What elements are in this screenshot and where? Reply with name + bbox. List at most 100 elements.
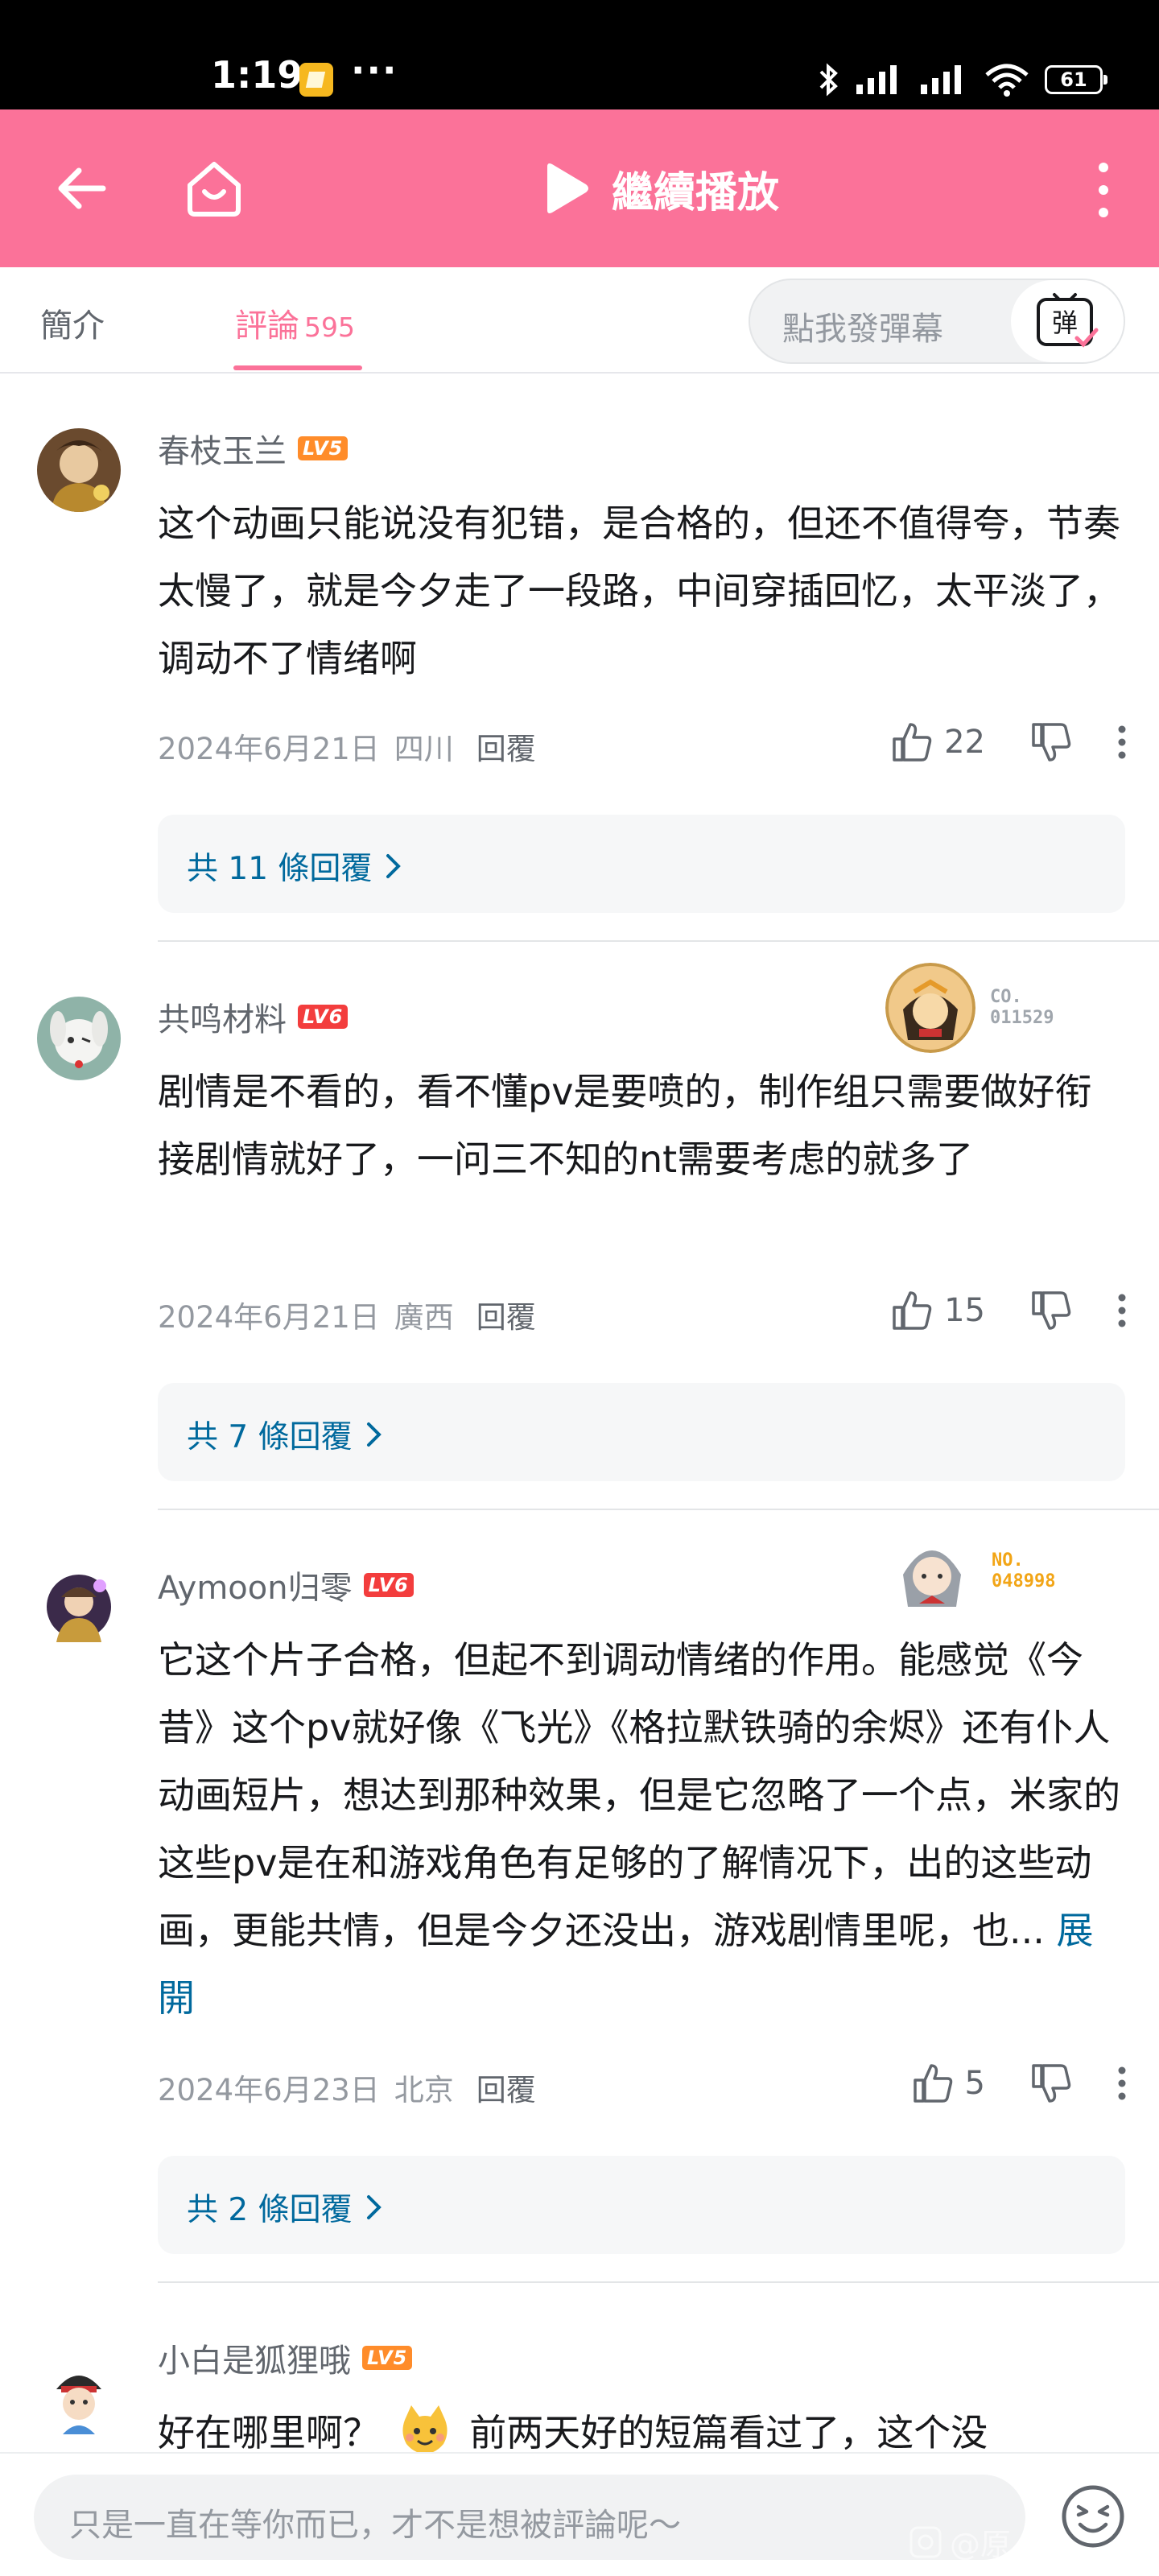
more-vertical-icon[interactable] [1117, 2066, 1127, 2101]
username[interactable]: 春枝玉兰 LV5 [158, 425, 349, 472]
player-header: 繼續播放 [0, 109, 1159, 267]
thumb-up-icon [913, 2064, 952, 2103]
chevron-right-icon [366, 2195, 382, 2219]
chevron-right-icon [366, 1422, 382, 1447]
tab-intro-label: 簡介 [40, 308, 105, 345]
watermark-text: @原 [950, 2527, 1012, 2562]
comment-item: Aymoon归零 LV6 NO. 048998 它这个片子合格，但起不到调动情绪… [0, 1510, 1159, 2283]
like-count: 5 [964, 2065, 985, 2102]
comment-input-placeholder: 只是一直在等你而已，才不是想被評論呢～ [69, 2507, 681, 2544]
comment-actions: 15 [891, 1286, 1127, 1335]
comment-text-part: 前两天好的短篇看过了，这个没 [469, 2411, 988, 2452]
replies-count-text: 共 11 條回覆 [187, 851, 373, 887]
username-text: 共鸣材料 [158, 1001, 287, 1038]
thumb-down-icon[interactable] [1030, 721, 1072, 763]
badge-avatar [887, 1526, 977, 1616]
username[interactable]: 小白是狐狸哦 LV5 [158, 2334, 413, 2381]
back-arrow-icon[interactable] [53, 159, 111, 217]
emoji-icon[interactable] [1059, 2483, 1127, 2550]
thumb-up-icon [893, 1291, 932, 1330]
replies-count-text: 共 2 條回覆 [187, 2192, 353, 2228]
comment-location: 北京 [394, 2073, 454, 2107]
comment-text[interactable]: 这个动画只能说没有犯错，是合格的，但还不值得夸，节奏太慢了，就是今夕走了一段路，… [158, 489, 1124, 692]
username[interactable]: 共鸣材料 LV6 [158, 993, 349, 1040]
comment-text[interactable]: 它这个片子合格，但起不到调动情绪的作用。能感觉《今昔》这个pv就好像《飞光》《格… [158, 1626, 1124, 2032]
comment-text[interactable]: 剧情是不看的，看不懂pv是要喷的，制作组只需要做好衔接剧情就好了，一问三不知的n… [158, 1058, 1124, 1193]
wifi-icon [985, 64, 1029, 97]
reply-button[interactable]: 回覆 [476, 724, 536, 768]
comment-location: 四川 [394, 732, 454, 766]
home-icon[interactable] [182, 156, 246, 221]
replies-preview[interactable]: 共 11 條回覆 [158, 815, 1125, 913]
comment-meta: 2024年6月21日 廣西 回覆 [158, 1293, 536, 1336]
username-text: 春枝玉兰 [158, 433, 287, 470]
reply-button[interactable]: 回覆 [476, 2066, 536, 2109]
replies-count-text: 共 7 條回覆 [187, 1419, 353, 1455]
level-badge: LV6 [363, 1573, 414, 1597]
comment-actions: 22 [891, 718, 1127, 766]
signal-icon-2 [921, 65, 961, 94]
replies-link: 共 2 條回覆 [187, 2185, 383, 2230]
continue-play-label: 繼續播放 [612, 168, 780, 217]
comment-item: 春枝玉兰 LV5 这个动画只能说没有犯错，是合格的，但还不值得夸，节奏太慢了，就… [0, 374, 1159, 942]
danmaku-icon: 弹 [1037, 293, 1099, 348]
thumb-down-icon[interactable] [1030, 2062, 1072, 2104]
username[interactable]: Aymoon归零 LV6 [158, 1562, 414, 1608]
comment-item: 共鸣材料 LV6 CO. 011529 剧情是不看的，看不懂pv是要喷的，制作组… [0, 942, 1159, 1510]
replies-link: 共 11 條回覆 [187, 844, 402, 889]
replies-preview[interactable]: 共 7 條回覆 [158, 1383, 1125, 1481]
chevron-right-icon [386, 854, 402, 878]
tab-comments[interactable]: 評論 595 [235, 299, 355, 346]
more-vertical-icon[interactable] [1117, 1293, 1127, 1328]
replies-preview[interactable]: 共 2 條回覆 [158, 2156, 1125, 2254]
continue-play-button[interactable]: 繼續播放 [541, 159, 779, 217]
reply-button[interactable]: 回覆 [476, 1293, 536, 1336]
comment-date: 2024年6月23日 [158, 2073, 380, 2107]
bluetooth-icon [819, 63, 838, 97]
fan-badge[interactable]: CO. 011529 [885, 963, 1054, 1053]
username-text: Aymoon归零 [158, 1570, 353, 1607]
notification-icon [299, 63, 333, 97]
comment-actions: 5 [912, 2059, 1127, 2107]
play-icon [547, 163, 588, 213]
fan-badge[interactable]: NO. 048998 [887, 1526, 1055, 1616]
comment-date: 2024年6月21日 [158, 732, 380, 766]
comment-text[interactable]: 好在哪里啊？ 前两天好的短篇看过了，这个没 [158, 2399, 1124, 2452]
comment-meta: 2024年6月21日 四川 回覆 [158, 724, 536, 768]
level-badge: LV5 [362, 2346, 413, 2370]
avatar[interactable] [37, 2354, 121, 2438]
thumb-down-icon[interactable] [1030, 1290, 1072, 1331]
avatar[interactable] [37, 428, 121, 512]
comment-date: 2024年6月21日 [158, 1300, 380, 1335]
like-count: 15 [944, 1292, 985, 1329]
watermark: @原 [909, 2520, 1011, 2564]
comment-count: 595 [304, 312, 355, 343]
comment-meta: 2024年6月23日 北京 回覆 [158, 2066, 536, 2109]
badge-avatar [885, 963, 975, 1053]
danmaku-toggle-button[interactable]: 弹 [1011, 280, 1124, 362]
tab-intro[interactable]: 簡介 [40, 299, 105, 346]
comment-input[interactable]: 只是一直在等你而已，才不是想被評論呢～ [34, 2475, 1025, 2560]
status-bar: 1:19 ··· 61 [0, 0, 1159, 109]
tab-comments-label: 評論 [235, 308, 299, 345]
status-time: 1:19 [211, 53, 303, 97]
badge-number: CO. 011529 [990, 987, 1054, 1028]
like-button[interactable]: 5 [912, 2062, 985, 2104]
like-button[interactable]: 15 [891, 1290, 985, 1331]
active-tab-indicator [233, 365, 362, 370]
more-vertical-icon[interactable] [1091, 159, 1116, 221]
level-badge: LV6 [298, 1005, 349, 1029]
badge-number: NO. 048998 [992, 1550, 1056, 1591]
like-count: 22 [944, 724, 985, 761]
danmaku-placeholder: 點我發彈幕 [782, 311, 943, 348]
replies-link: 共 7 條回覆 [187, 1412, 383, 1457]
like-button[interactable]: 22 [891, 721, 985, 763]
danmaku-input[interactable]: 點我發彈幕 弹 [749, 279, 1125, 364]
signal-icon [856, 65, 897, 94]
status-icons: 61 [818, 60, 1107, 100]
battery-icon: 61 [1045, 65, 1107, 94]
avatar[interactable] [37, 1565, 121, 1649]
more-vertical-icon[interactable] [1117, 724, 1127, 760]
avatar[interactable] [37, 997, 121, 1080]
emoji-sticker-icon [402, 2405, 448, 2452]
